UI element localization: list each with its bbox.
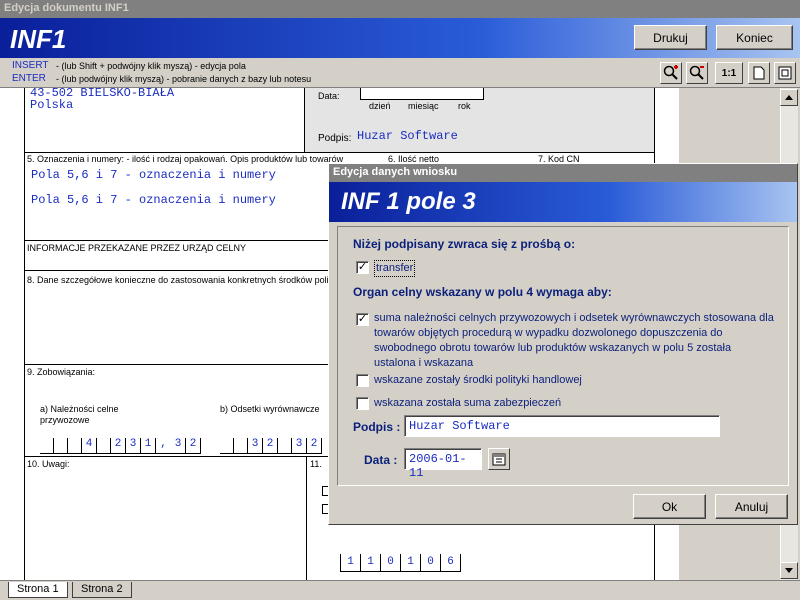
scroll-down-button[interactable] [780, 562, 798, 579]
calendar-button[interactable] [488, 448, 510, 470]
hint-text-insert: - (lub Shift + podwójny klik myszą) - ed… [56, 61, 246, 71]
interest-digits[interactable]: 3 2 3 2 [220, 438, 322, 454]
option-policy-label[interactable]: wskazane zostały środki polityki handlow… [374, 373, 582, 388]
ok-button[interactable]: Ok [633, 494, 706, 519]
digit: 2 [186, 438, 201, 454]
divider [24, 152, 655, 153]
section8-label: 8. Dane szczegółowe konieczne do zastoso… [27, 275, 341, 285]
section10-label: 10. Uwagi: [27, 459, 70, 469]
section11-label: 11. [310, 459, 322, 469]
digit: 3 [126, 438, 141, 454]
digit: 1 [361, 554, 381, 572]
signature-label: Podpis: [318, 133, 352, 144]
digit: 6 [441, 554, 461, 572]
digit: 4 [82, 438, 97, 454]
dialog-title: Edycja danych wniosku [329, 164, 797, 182]
fit-page-icon [778, 66, 792, 80]
page-icon [753, 66, 765, 80]
hint-text-enter: - (lub podwójny klik myszą) - pobranie d… [56, 74, 312, 84]
digit: 2 [111, 438, 126, 454]
zoom-in-button[interactable] [660, 62, 682, 84]
digit: 2 [307, 438, 322, 454]
option-guarantee-label[interactable]: wskazana została suma zabezpieczeń [374, 396, 561, 411]
hint-key-enter: ENTER [12, 73, 46, 84]
digit: 3 [171, 438, 186, 454]
date-year-label: rok [458, 101, 471, 111]
digit: 1 [141, 438, 156, 454]
dialog-panel: Niżej podpisany zwraca się z prośbą o: ✓… [337, 226, 789, 486]
duty-digits[interactable]: 4 2 3 1 , 3 2 [40, 438, 201, 454]
digit: 0 [421, 554, 441, 572]
arrow-up-icon [785, 95, 793, 100]
print-button[interactable]: Drukuj [634, 25, 707, 50]
date-label: Data: [318, 91, 340, 101]
date-input[interactable]: 2006-01-11 [404, 448, 482, 480]
transfer-checkbox[interactable]: ✓ [356, 261, 369, 274]
hint-key-insert: INSERT [12, 60, 49, 71]
date-label: Data : [364, 453, 398, 467]
app-logo: INF1 [10, 24, 67, 54]
tab-strona-2[interactable]: Strona 2 [72, 582, 132, 598]
digit: 0 [381, 554, 401, 572]
digit: , [160, 438, 167, 450]
option-guarantee-checkbox[interactable] [356, 397, 369, 410]
bottom-digits[interactable]: 1 1 0 1 0 6 [340, 554, 461, 572]
section9-label: 9. Zobowiązania: [27, 367, 96, 377]
page-view-button[interactable] [748, 62, 770, 84]
window-title: Edycja dokumentu INF1 [0, 0, 800, 18]
fit-page-button[interactable] [774, 62, 796, 84]
option-policy-checkbox[interactable] [356, 374, 369, 387]
date-month-label: miesiąc [408, 101, 439, 111]
digit: 3 [292, 438, 307, 454]
option-sum-label[interactable]: suma należności celnych przywozowych i o… [374, 311, 774, 371]
sub-a-label: a) Należności celne przywozowe [40, 404, 119, 425]
authority-heading: Organ celny wskazany w polu 4 wymaga aby… [353, 285, 612, 299]
transfer-label[interactable]: transfer [374, 260, 416, 277]
actual-size-button[interactable]: 1:1 [715, 62, 743, 84]
signature-label: Podpis : [353, 420, 401, 434]
edit-dialog: Edycja danych wniosku INF 1 pole 3 Niżej… [328, 163, 798, 525]
divider [306, 456, 307, 580]
digit: 1 [401, 554, 421, 572]
signature-value[interactable]: Huzar Software [357, 129, 458, 143]
tab-strona-1[interactable]: Strona 1 [8, 582, 68, 598]
calendar-icon [492, 453, 506, 466]
dialog-banner-title: INF 1 pole 3 [341, 188, 476, 215]
zoom-in-icon [663, 65, 678, 80]
sub-b-label: b) Odsetki wyrównawcze [220, 404, 320, 414]
page-border-left [24, 88, 25, 580]
date-boxes[interactable] [360, 88, 484, 100]
cancel-button[interactable]: Anuluj [715, 494, 788, 519]
field-line[interactable]: Pola 5,6 i 7 - oznaczenia i numery [31, 193, 276, 207]
date-day-label: dzień [369, 101, 391, 111]
page-tabs: Strona 1 Strona 2 [0, 580, 800, 600]
digit: 2 [263, 438, 278, 454]
arrow-down-icon [785, 568, 793, 573]
signature-input[interactable]: Huzar Software [404, 415, 720, 437]
digit: 3 [248, 438, 263, 454]
option-sum-checkbox[interactable]: ✓ [356, 313, 369, 326]
close-button[interactable]: Koniec [716, 25, 793, 50]
field-line[interactable]: Pola 5,6 i 7 - oznaczenia i numery [31, 168, 276, 182]
zoom-out-icon [689, 65, 704, 80]
dialog-banner: INF 1 pole 3 [329, 182, 797, 222]
request-heading: Niżej podpisany zwraca się z prośbą o: [353, 237, 576, 251]
digit: 1 [341, 554, 361, 572]
country[interactable]: Polska [30, 98, 73, 112]
scroll-up-button[interactable] [780, 89, 798, 106]
section5-label: 5. Oznaczenia i numery: - ilość i rodzaj… [27, 154, 344, 164]
zoom-out-button[interactable] [686, 62, 708, 84]
customs-info-label: INFORMACJE PRZEKAZANE PRZEZ URZĄD CELNY [27, 243, 247, 253]
